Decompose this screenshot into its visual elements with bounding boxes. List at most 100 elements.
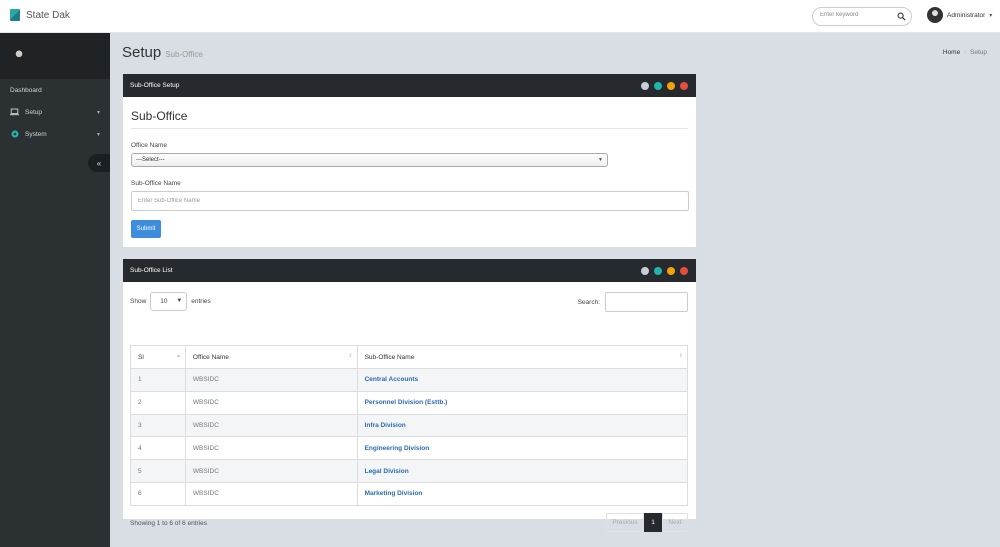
- cell-sub-office-name-link[interactable]: Infra Division: [356, 413, 689, 438]
- cell-sl: 3: [130, 413, 186, 438]
- cell-sl: 5: [130, 459, 186, 483]
- table-row: 6 WBSIDC Marketing Division: [130, 481, 689, 506]
- cell-office-name: WBSIDC: [184, 459, 358, 483]
- header-search-input[interactable]: [820, 12, 895, 18]
- close-dot-icon[interactable]: [680, 82, 688, 90]
- office-name-label: Office Name: [131, 142, 168, 149]
- panel-controls: [641, 82, 688, 90]
- breadcrumb-separator: /: [964, 49, 966, 56]
- sort-icon: ⇕: [678, 353, 683, 359]
- brand-logo-icon: [10, 9, 20, 21]
- gear-icon: [10, 130, 19, 139]
- double-chevron-left-icon: «: [96, 158, 102, 168]
- breadcrumb-current: Setup: [970, 49, 987, 56]
- table-row: 5 WBSIDC Legal Division: [130, 459, 689, 483]
- panel-title: Sub-Office Setup: [130, 82, 180, 89]
- sidebar-avatar: [10, 47, 28, 65]
- minimize-dot-icon[interactable]: [667, 267, 675, 275]
- cell-sl: 2: [130, 390, 186, 415]
- table-search-label: Search:: [577, 298, 600, 306]
- header-search: [812, 7, 912, 26]
- refresh-dot-icon[interactable]: [654, 267, 662, 275]
- top-bar: State Dak Administrator ▾: [0, 0, 1000, 33]
- sidebar-collapse-button[interactable]: «: [88, 154, 110, 172]
- submit-button[interactable]: Submit: [131, 220, 161, 238]
- sidebar-item-label: System: [25, 130, 47, 138]
- user-avatar: [927, 7, 943, 23]
- cell-sub-office-name-link[interactable]: Legal Division: [356, 459, 689, 483]
- page-length-select[interactable]: 10 ▼: [150, 292, 188, 311]
- cell-sub-office-name-link[interactable]: Engineering Division: [356, 436, 689, 461]
- show-label: Show: [130, 298, 147, 305]
- page-title-main: Setup: [122, 44, 162, 61]
- office-name-select[interactable]: ---Select--- ▼: [131, 153, 608, 167]
- page-title: Setup Sub-Office: [122, 44, 203, 61]
- pagination-page-current[interactable]: 1: [644, 513, 662, 532]
- sort-icon: ⇕: [348, 353, 353, 359]
- chevron-down-icon: ▾: [96, 110, 100, 116]
- search-icon[interactable]: [897, 12, 906, 21]
- cell-sub-office-name-link[interactable]: Marketing Division: [356, 481, 689, 506]
- cell-sl: 6: [130, 481, 186, 506]
- table-search: Search:: [578, 292, 688, 312]
- panel-title: Sub-Office List: [130, 267, 173, 274]
- table-row: 3 WBSIDC Infra Division: [130, 413, 689, 438]
- cell-sl: 1: [130, 368, 186, 392]
- table-search-input[interactable]: [605, 292, 688, 312]
- panel-header: Sub-Office Setup: [123, 74, 696, 97]
- pagination: Previous 1 Next: [606, 513, 688, 532]
- user-name: Administrator: [947, 11, 986, 19]
- refresh-dot-icon[interactable]: [654, 82, 662, 90]
- app-title: State Dak: [26, 9, 70, 21]
- sidebar: Dashboard Setup ▾ System ▾ «: [0, 33, 110, 547]
- dropdown-arrow-icon: ▼: [598, 157, 603, 163]
- sidebar-item-label: Setup: [25, 108, 42, 116]
- sidebar-item-system[interactable]: System ▾: [0, 123, 110, 145]
- column-header-office-name[interactable]: Office Name ⇕: [184, 345, 358, 369]
- pagination-previous[interactable]: Previous: [606, 513, 644, 532]
- table-header-row: Sl ▲ Office Name ⇕ Sub-Office Name ⇕: [130, 345, 689, 369]
- sub-office-list-panel: Sub-Office List Show 10 ▼ entries Search…: [123, 259, 696, 532]
- entries-label: entries: [191, 298, 211, 305]
- cell-office-name: WBSIDC: [184, 368, 358, 392]
- sub-office-name-field-wrap: [131, 191, 689, 211]
- user-menu[interactable]: Administrator ▾: [927, 7, 992, 23]
- office-name-select-value: ---Select---: [136, 157, 165, 163]
- sidebar-item-label: Dashboard: [10, 86, 42, 94]
- cell-office-name: WBSIDC: [184, 413, 358, 438]
- brand[interactable]: State Dak: [10, 9, 70, 21]
- pagination-next[interactable]: Next: [662, 513, 688, 532]
- sidebar-item-dashboard[interactable]: Dashboard: [0, 79, 110, 101]
- sort-asc-icon: ▲: [175, 353, 181, 359]
- cell-sub-office-name-link[interactable]: Personnel Division (Esttb.): [356, 390, 689, 415]
- sub-office-name-input[interactable]: [132, 192, 688, 210]
- chevron-down-icon: ▾: [96, 132, 100, 138]
- sidebar-profile: [0, 33, 110, 79]
- sidebar-item-setup[interactable]: Setup ▾: [0, 101, 110, 123]
- table-row: 1 WBSIDC Central Accounts: [130, 368, 689, 392]
- minimize-dot-icon[interactable]: [667, 82, 675, 90]
- caret-down-icon: ▾: [989, 12, 993, 19]
- settings-dot-icon[interactable]: [641, 267, 649, 275]
- dropdown-arrow-icon: ▼: [176, 298, 183, 304]
- sub-office-setup-panel: Sub-Office Setup Sub-Office Office Name …: [123, 74, 696, 247]
- panel-header: Sub-Office List: [123, 259, 696, 282]
- sub-office-name-label: Sub-Office Name: [131, 180, 181, 187]
- column-header-sub-office-name[interactable]: Sub-Office Name ⇕: [356, 345, 689, 369]
- laptop-icon: [10, 108, 19, 117]
- cell-office-name: WBSIDC: [184, 436, 358, 461]
- settings-dot-icon[interactable]: [641, 82, 649, 90]
- form-body: Sub-Office Office Name ---Select--- ▼ Su…: [123, 97, 696, 238]
- form-heading: Sub-Office: [131, 97, 688, 129]
- table-row: 4 WBSIDC Engineering Division: [130, 436, 689, 461]
- cell-office-name: WBSIDC: [184, 481, 358, 506]
- sub-office-table: Sl ▲ Office Name ⇕ Sub-Office Name ⇕ 1 WBSI…: [130, 345, 689, 506]
- cell-sub-office-name-link[interactable]: Central Accounts: [356, 368, 689, 392]
- cell-office-name: WBSIDC: [184, 390, 358, 415]
- table-row: 2 WBSIDC Personnel Division (Esttb.): [130, 390, 689, 415]
- close-dot-icon[interactable]: [680, 267, 688, 275]
- breadcrumb: Home / Setup: [943, 49, 987, 56]
- column-header-sl[interactable]: Sl ▲: [130, 345, 186, 369]
- page-length-control: Show 10 ▼ entries: [130, 292, 211, 311]
- breadcrumb-home[interactable]: Home: [943, 49, 960, 56]
